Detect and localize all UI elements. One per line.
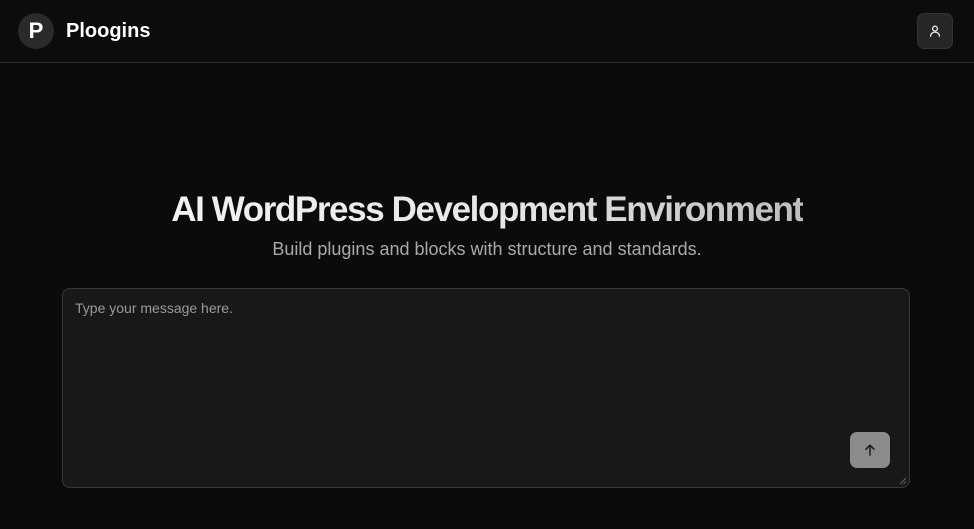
app-page: P Ploogins AI WordPress Development Envi…	[0, 0, 974, 529]
send-button[interactable]	[850, 432, 890, 468]
top-header: P Ploogins	[0, 0, 974, 63]
page-title-text: AI WordPress Development Environment	[171, 190, 804, 229]
page-subtitle: Build plugins and blocks with structure …	[272, 239, 702, 259]
brand-name[interactable]: Ploogins	[66, 19, 150, 43]
user-menu-button[interactable]	[917, 13, 953, 49]
message-input[interactable]	[63, 289, 909, 487]
resize-grip-icon[interactable]	[899, 477, 907, 485]
arrow-up-icon	[863, 443, 877, 457]
page-title: AI WordPress Development Environment	[0, 189, 974, 231]
logo-letter: P	[28, 18, 44, 43]
message-composer	[62, 288, 910, 488]
logo[interactable]: P	[18, 13, 54, 49]
user-icon	[928, 24, 942, 38]
